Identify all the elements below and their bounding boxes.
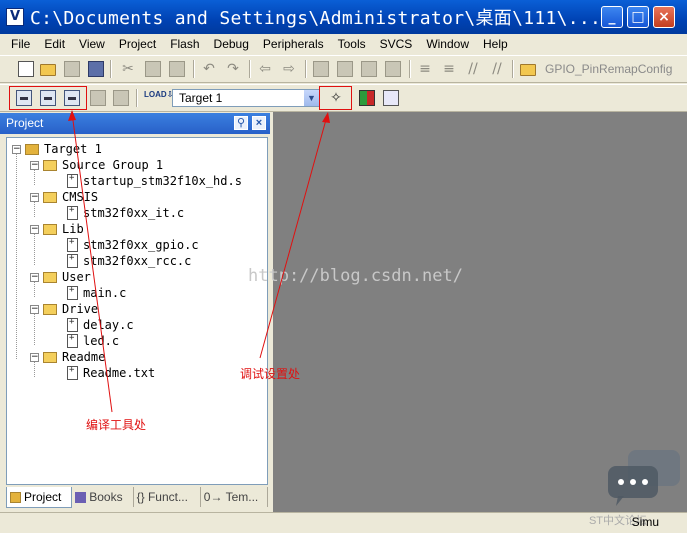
- compile-tools-arrow: [71, 112, 113, 413]
- chat-bubble-icon: [608, 450, 680, 506]
- annotation-arrows: [68, 110, 330, 413]
- debug-settings-arrowhead: [322, 112, 330, 123]
- status-mode: Simu: [631, 515, 659, 529]
- compile-tools-arrowhead: [68, 110, 76, 121]
- debug-settings-arrow: [259, 115, 328, 359]
- compile-tools-annotation: 编译工具处: [86, 418, 147, 432]
- status-bar: ST中文论坛 Simu: [0, 512, 687, 533]
- debug-settings-annotation: 调试设置处: [240, 367, 301, 381]
